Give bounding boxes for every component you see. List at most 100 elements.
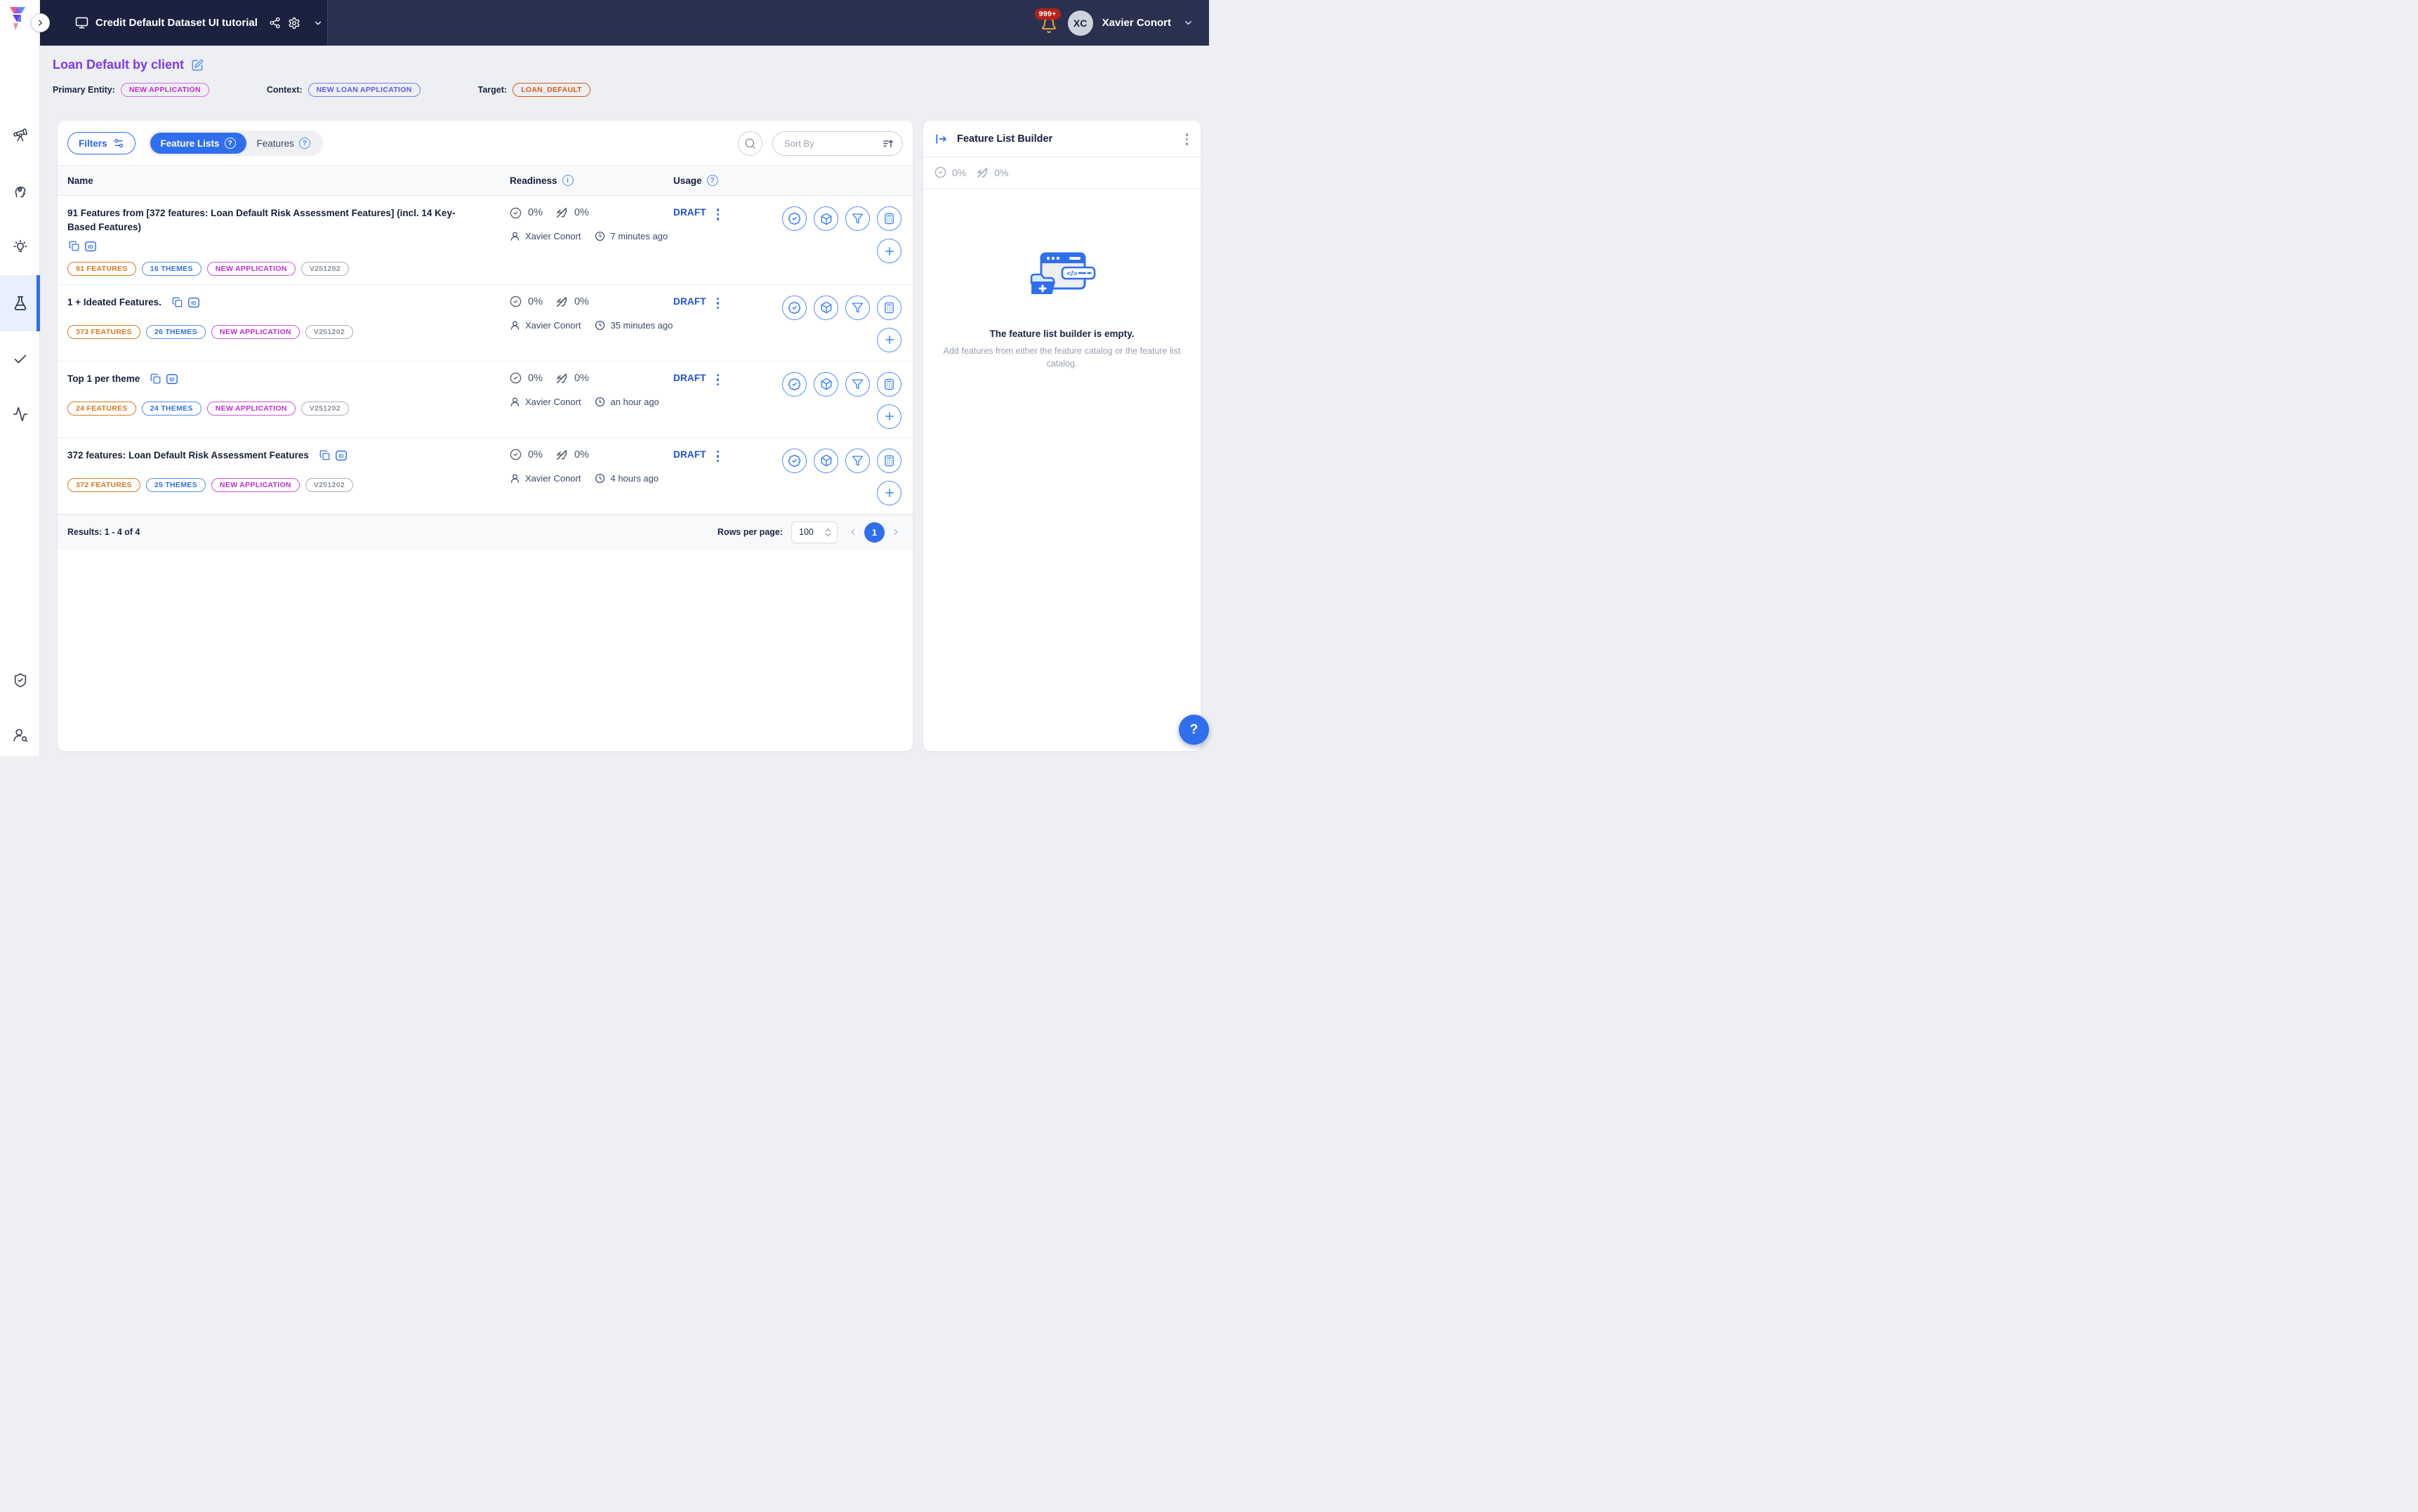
calculator-button[interactable]: [877, 372, 901, 397]
filters-button[interactable]: Filters: [67, 132, 136, 154]
empty-builder-illustration: </>: [1026, 251, 1099, 307]
empty-state-title: The feature list builder is empty.: [943, 329, 1181, 339]
sidebar-item-experiments[interactable]: [0, 275, 40, 331]
calculator-button[interactable]: [877, 206, 901, 231]
page-number-button[interactable]: 1: [864, 522, 885, 543]
cube-button[interactable]: [814, 449, 838, 473]
notifications-button[interactable]: 999+: [1040, 13, 1059, 34]
builder-menu-kebab[interactable]: [1184, 132, 1190, 147]
table-row[interactable]: 372 features: Loan Default Risk Assessme…: [58, 438, 913, 515]
feature-list-title[interactable]: Top 1 per theme: [67, 372, 140, 386]
table-row[interactable]: Top 1 per theme ID 24 FEATURES 24 THEMES…: [58, 362, 913, 438]
filter-button[interactable]: [845, 206, 870, 231]
page-title: Loan Default by client: [53, 58, 184, 72]
tab-feature-lists[interactable]: Feature Lists ?: [150, 133, 246, 154]
updated-time: 4 hours ago: [610, 473, 659, 484]
sidebar-item-modeling[interactable]: [0, 175, 40, 206]
table-footer: Results: 1 - 4 of 4 Rows per page: 100 1: [58, 515, 913, 550]
target-label: Target:: [478, 85, 507, 95]
calculator-button[interactable]: [877, 296, 901, 320]
themes-count-badge: 26 THEMES: [146, 325, 206, 339]
target-badge[interactable]: LOAN_DEFAULT: [513, 83, 590, 97]
cube-button[interactable]: [814, 372, 838, 397]
filter-button[interactable]: [845, 372, 870, 397]
row-menu-kebab[interactable]: [715, 373, 721, 387]
clock-icon: [595, 473, 605, 484]
primary-entity-badge[interactable]: NEW APPLICATION: [121, 83, 209, 97]
edit-title-icon[interactable]: [191, 59, 204, 72]
id-icon[interactable]: ID: [166, 373, 178, 385]
id-icon[interactable]: ID: [84, 241, 97, 252]
table-row[interactable]: 1 + Ideated Features. ID 373 FEATURES 26…: [58, 285, 913, 362]
copy-icon[interactable]: [319, 450, 330, 460]
check-icon: [13, 352, 28, 367]
feature-list-title[interactable]: 91 Features from [372 features: Loan Def…: [67, 206, 480, 235]
sidebar-item-explore[interactable]: [0, 119, 40, 150]
readiness-info-icon[interactable]: i: [562, 175, 574, 186]
table-row[interactable]: 91 Features from [372 features: Loan Def…: [58, 196, 913, 285]
readiness-seal-button[interactable]: [782, 206, 807, 231]
next-page-button[interactable]: [889, 525, 903, 539]
rows-per-page-select[interactable]: 100: [791, 522, 838, 543]
primary-entity-label: Primary Entity:: [53, 85, 115, 95]
settings-gear-icon[interactable]: [288, 17, 300, 29]
row-menu-kebab[interactable]: [715, 449, 721, 464]
sidebar-item-governance[interactable]: [0, 665, 40, 696]
sort-by-input[interactable]: [784, 138, 882, 149]
toolbar: Filters Feature Lists ? Features ?: [58, 121, 913, 165]
workspace-tab[interactable]: Credit Default Dataset UI tutorial: [40, 0, 328, 46]
readiness-seal-button[interactable]: [782, 296, 807, 320]
sort-by-control[interactable]: [772, 131, 903, 156]
sidebar-item-monitoring[interactable]: [0, 399, 40, 430]
copy-icon[interactable]: [150, 373, 161, 384]
context-badge[interactable]: NEW LOAN APPLICATION: [308, 83, 421, 97]
svg-text:ID: ID: [338, 453, 343, 459]
sidebar-expand-button[interactable]: [31, 13, 50, 32]
feature-lists-help-icon[interactable]: ?: [225, 138, 236, 149]
row-actions: [767, 372, 903, 429]
cube-button[interactable]: [814, 206, 838, 231]
avatar[interactable]: XC: [1068, 11, 1093, 36]
online-disabled-icon: [555, 372, 568, 385]
copy-icon[interactable]: [69, 241, 79, 251]
spinner-icon: [825, 528, 831, 537]
id-icon[interactable]: ID: [335, 450, 348, 461]
id-icon[interactable]: ID: [187, 297, 200, 308]
share-icon[interactable]: [269, 17, 281, 29]
filter-button[interactable]: [845, 449, 870, 473]
workspace-caret-icon[interactable]: [313, 18, 323, 28]
view-tabs: Feature Lists ? Features ?: [148, 131, 323, 156]
filter-button[interactable]: [845, 296, 870, 320]
add-to-builder-button[interactable]: [877, 404, 901, 429]
cube-button[interactable]: [814, 296, 838, 320]
calculator-button[interactable]: [877, 449, 901, 473]
copy-icon[interactable]: [172, 297, 183, 307]
version-badge: V251202: [301, 402, 349, 416]
lightbulb-icon: [13, 239, 28, 255]
prev-page-button[interactable]: [846, 525, 860, 539]
row-menu-kebab[interactable]: [715, 207, 721, 222]
version-badge: V251202: [305, 325, 353, 339]
builder-title: Feature List Builder: [957, 133, 1176, 145]
readiness-seal-button[interactable]: [782, 372, 807, 397]
features-help-icon[interactable]: ?: [299, 138, 310, 149]
flask-icon: [13, 296, 28, 311]
sidebar-item-ideation[interactable]: [0, 232, 40, 263]
help-button[interactable]: ?: [1179, 715, 1209, 745]
usage-help-icon[interactable]: ?: [707, 175, 718, 186]
feature-list-title[interactable]: 1 + Ideated Features.: [67, 296, 161, 310]
user-menu-caret-icon[interactable]: [1183, 18, 1194, 28]
version-badge: V251202: [301, 262, 349, 276]
sidebar-item-approvals[interactable]: [0, 344, 40, 375]
search-button[interactable]: [738, 131, 762, 156]
feature-list-title[interactable]: 372 features: Loan Default Risk Assessme…: [67, 449, 309, 463]
add-to-builder-button[interactable]: [877, 239, 901, 263]
row-menu-kebab[interactable]: [715, 296, 721, 311]
add-to-builder-button[interactable]: [877, 328, 901, 352]
tab-features[interactable]: Features ?: [246, 133, 321, 154]
sidebar-item-user-search[interactable]: [0, 719, 40, 750]
add-to-builder-button[interactable]: [877, 481, 901, 505]
featurebyte-logo: [8, 6, 32, 32]
person-icon: [510, 397, 520, 407]
readiness-seal-button[interactable]: [782, 449, 807, 473]
